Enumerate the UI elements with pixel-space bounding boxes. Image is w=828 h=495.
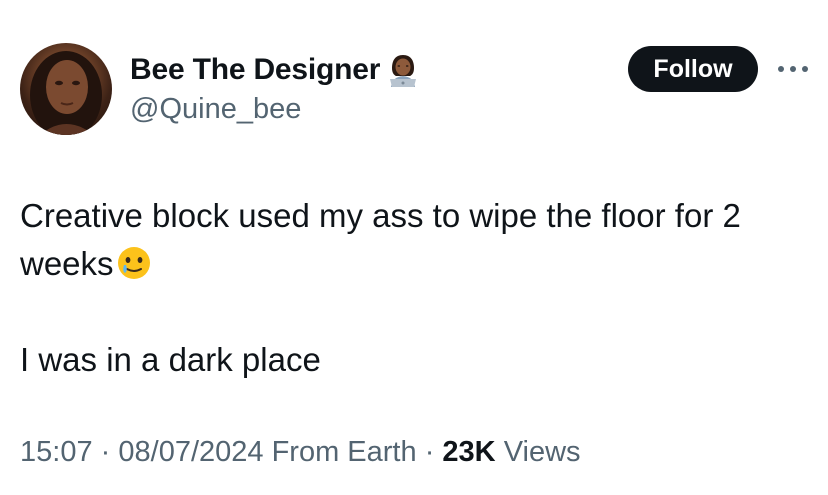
woman-technologist-icon xyxy=(390,55,417,87)
tweet-text-line: Creative block used my ass to wipe the f… xyxy=(20,192,820,288)
face-holding-back-tears-icon xyxy=(117,247,150,279)
tweet-text: Creative block used my ass to wipe the f… xyxy=(20,192,820,384)
more-options-button[interactable] xyxy=(776,56,810,82)
author-name-line: Bee The Designer xyxy=(130,52,419,88)
tweet-card: Bee The Designer @Quine_bee Follow Creat… xyxy=(0,0,828,495)
avatar-portrait xyxy=(30,51,102,135)
tweet-time[interactable]: 15:07 xyxy=(20,436,93,468)
author-display-name[interactable]: Bee The Designer xyxy=(130,53,380,87)
tweet-line-2: I was in a dark place xyxy=(20,341,321,378)
more-dots-icon xyxy=(778,66,808,72)
tweet-date[interactable]: 08/07/2024 xyxy=(118,436,263,468)
tweet-meta: 15:07 · 08/07/2024 From Earth · 23K View… xyxy=(20,436,581,469)
views-count[interactable]: 23K xyxy=(442,436,495,468)
author-avatar[interactable] xyxy=(20,43,112,135)
views-label[interactable]: Views xyxy=(504,436,581,468)
follow-button[interactable]: Follow xyxy=(628,46,758,92)
tweet-source: From Earth xyxy=(271,436,417,468)
meta-separator: · xyxy=(424,436,435,468)
author-handle[interactable]: @Quine_bee xyxy=(130,93,301,126)
meta-separator: · xyxy=(100,436,111,468)
